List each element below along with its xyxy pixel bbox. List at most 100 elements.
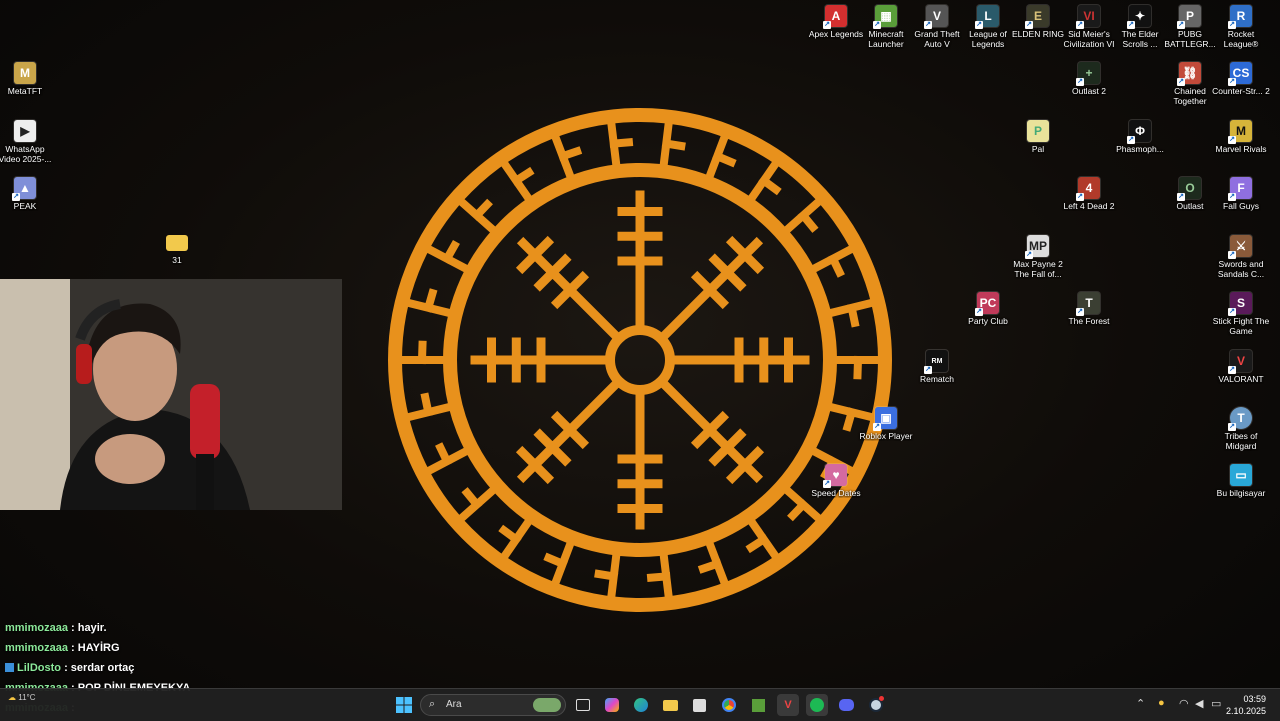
microsoft-store-icon[interactable] (688, 694, 710, 716)
outlast-icon: O ↗ (1177, 177, 1201, 201)
chevron-up-icon[interactable]: ⌃ (1136, 697, 1145, 710)
outlast-2-icon: + ↗ (1076, 62, 1100, 86)
elden-ring-icon: E ↗ (1025, 5, 1049, 29)
desktop-icon-valorant[interactable]: V ↗ VALORANT (1212, 350, 1270, 384)
edge-icon[interactable] (630, 694, 652, 716)
desktop-icon-swords-and-sandals[interactable]: ⚔ ↗ Swords and Sandals C... (1212, 235, 1270, 279)
start-button[interactable] (393, 694, 415, 716)
clock[interactable]: 03:59 2.10.2025 (1226, 693, 1266, 717)
rune-glyph (551, 134, 583, 179)
rematch-icon: RM ↗ (924, 350, 948, 374)
weather-widget[interactable]: ☁ 11°C (8, 693, 36, 702)
rune-glyph (457, 486, 496, 523)
desktop-icon-minecraft-launcher[interactable]: ▦ ↗ Minecraft Launcher (857, 5, 915, 49)
stave-spoke (654, 374, 765, 485)
taskbar: ☁ 11°C ⌕ Ara V ⌃ ● ◠ ◀ ▭ 03:59 2.10.2025 (0, 688, 1280, 721)
stave-spoke (470, 337, 615, 383)
desktop-icon-tribes-of-midgard[interactable]: T ↗ Tribes of Midgard (1212, 407, 1270, 451)
desktop-icon-whatsapp-video[interactable]: ▶ WhatsApp Video 2025-... (0, 120, 54, 164)
chrome-icon[interactable] (718, 694, 740, 716)
desktop-icon-party-club[interactable]: PC ↗ Party Club (959, 292, 1017, 326)
rune-glyph (659, 121, 686, 166)
chat-message: mmimozaaa : HAYİRG (5, 642, 120, 654)
desktop-icon-pal[interactable]: P Pal (1009, 120, 1067, 154)
rune-glyph (607, 121, 634, 166)
desktop-icon-max-payne-2[interactable]: MP ↗ Max Payne 2 The Fall of... (1009, 235, 1067, 279)
gta-icon: V ↗ (924, 5, 948, 29)
desktop-icon-rocket-league[interactable]: R ↗ Rocket League® (1212, 5, 1270, 49)
civilization-icon: VI ↗ (1076, 5, 1100, 29)
fall-guys-icon: F ↗ (1228, 177, 1252, 201)
desktop-icon-phasmophobia[interactable]: Φ ↗ Phasmoph... (1111, 120, 1169, 154)
rune-glyph (705, 134, 737, 179)
wifi-icon[interactable]: ◠ (1179, 697, 1189, 710)
rune-glyph (646, 554, 673, 599)
search-icon: ⌕ (429, 698, 436, 710)
rune-glyph (425, 442, 469, 476)
rune-glyph (406, 288, 451, 317)
desktop-icon-marvel-rivals[interactable]: M ↗ Marvel Rivals (1212, 120, 1270, 154)
folder-icon (166, 235, 188, 251)
spotify-icon[interactable] (806, 694, 828, 716)
the-forest-icon: T ↗ (1076, 292, 1100, 316)
league-of-legends-icon: L ↗ (975, 5, 999, 29)
stave-spoke (617, 190, 663, 335)
stave-spoke (515, 374, 626, 485)
desktop-icon-peak[interactable]: ▲ ↗ PEAK (0, 177, 54, 211)
metatft-icon: M (14, 62, 36, 84)
rune-glyph (811, 244, 855, 278)
desktop-icon-civilization-vi[interactable]: VI ↗ Sid Meier's Civilization VI (1060, 5, 1118, 49)
copilot-icon[interactable] (601, 694, 623, 716)
rune-glyph (594, 554, 621, 599)
desktop-icon-rematch[interactable]: RM ↗ Rematch (908, 350, 966, 384)
file-explorer-icon[interactable] (659, 694, 681, 716)
desktop-icon-the-forest[interactable]: T ↗ The Forest (1060, 292, 1118, 326)
apex-legends-icon: A ↗ (823, 5, 847, 29)
microphone-icon[interactable]: ● (1158, 697, 1165, 709)
desktop-icon-fall-guys[interactable]: F ↗ Fall Guys (1212, 177, 1270, 211)
battery-icon[interactable]: ▭ (1211, 697, 1221, 710)
left-4-dead-icon: 4 ↗ (1076, 177, 1100, 201)
task-view-icon[interactable] (572, 694, 594, 716)
desktop-icon-metatft[interactable]: M MetaTFT (0, 62, 54, 96)
desktop-icon-left-4-dead-2[interactable]: 4 ↗ Left 4 Dead 2 (1060, 177, 1118, 211)
windows-icon (396, 697, 412, 713)
desktop-icon-roblox-player[interactable]: ▣ ↗ Roblox Player (857, 407, 915, 441)
valorant-icon: V ↗ (1228, 350, 1252, 374)
desktop-icon-speed-dates[interactable]: ♥ ↗ Speed Dates (807, 464, 865, 498)
pal-icon: P (1027, 120, 1049, 142)
minecraft-launcher-taskbar-icon[interactable] (747, 694, 769, 716)
stave-spoke (665, 337, 810, 383)
valorant-taskbar-icon[interactable]: V (777, 694, 799, 716)
chat-message: mmimozaaa : hayir. (5, 622, 107, 634)
desktop-icon-folder-31[interactable]: 31 (148, 235, 206, 265)
elder-scrolls-icon: ✦ ↗ (1127, 5, 1151, 29)
stick-fight-icon: S ↗ (1228, 292, 1252, 316)
rune-glyph (543, 541, 575, 586)
chained-together-icon: ⛓ ↗ (1177, 62, 1201, 86)
desktop-icon-chained-together[interactable]: ⛓ ↗ Chained Together (1161, 62, 1219, 106)
rune-glyph (406, 392, 451, 422)
desktop-icon-stick-fight[interactable]: S ↗ Stick Fight The Game (1212, 292, 1270, 336)
desktop-icon-this-pc[interactable]: ▭ Bu bilgisayar (1212, 464, 1270, 498)
desktop-icon-elden-ring[interactable]: E ↗ ELDEN RING (1009, 5, 1067, 39)
stave-spoke (654, 235, 765, 346)
rune-glyph (697, 541, 729, 586)
phasmophobia-icon: Φ ↗ (1127, 120, 1151, 144)
rune-glyph (784, 197, 823, 234)
taskbar-search[interactable]: ⌕ Ara (420, 694, 566, 716)
desktop-icon-outlast-2[interactable]: + ↗ Outlast 2 (1060, 62, 1118, 96)
discord-icon[interactable] (835, 694, 857, 716)
pubg-icon: P ↗ (1177, 5, 1201, 29)
rune-glyph (829, 298, 874, 328)
rune-glyph (498, 519, 532, 560)
desktop-icon-gta-v[interactable]: V ↗ Grand Theft Auto V (908, 5, 966, 49)
speaker-icon[interactable]: ◀ (1195, 697, 1203, 710)
weather-icon: ☁ (8, 693, 16, 702)
desktop-icon-outlast[interactable]: O ↗ Outlast (1161, 177, 1219, 211)
steam-icon[interactable] (865, 694, 887, 716)
desktop-icon-pubg[interactable]: P ↗ PUBG BATTLEGR... (1161, 5, 1219, 49)
rocket-league-icon: R ↗ (1228, 5, 1252, 29)
desktop-icon-counter-strike-2[interactable]: CS ↗ Counter-Str... 2 (1212, 62, 1270, 96)
video-file-icon: ▶ (14, 120, 36, 142)
